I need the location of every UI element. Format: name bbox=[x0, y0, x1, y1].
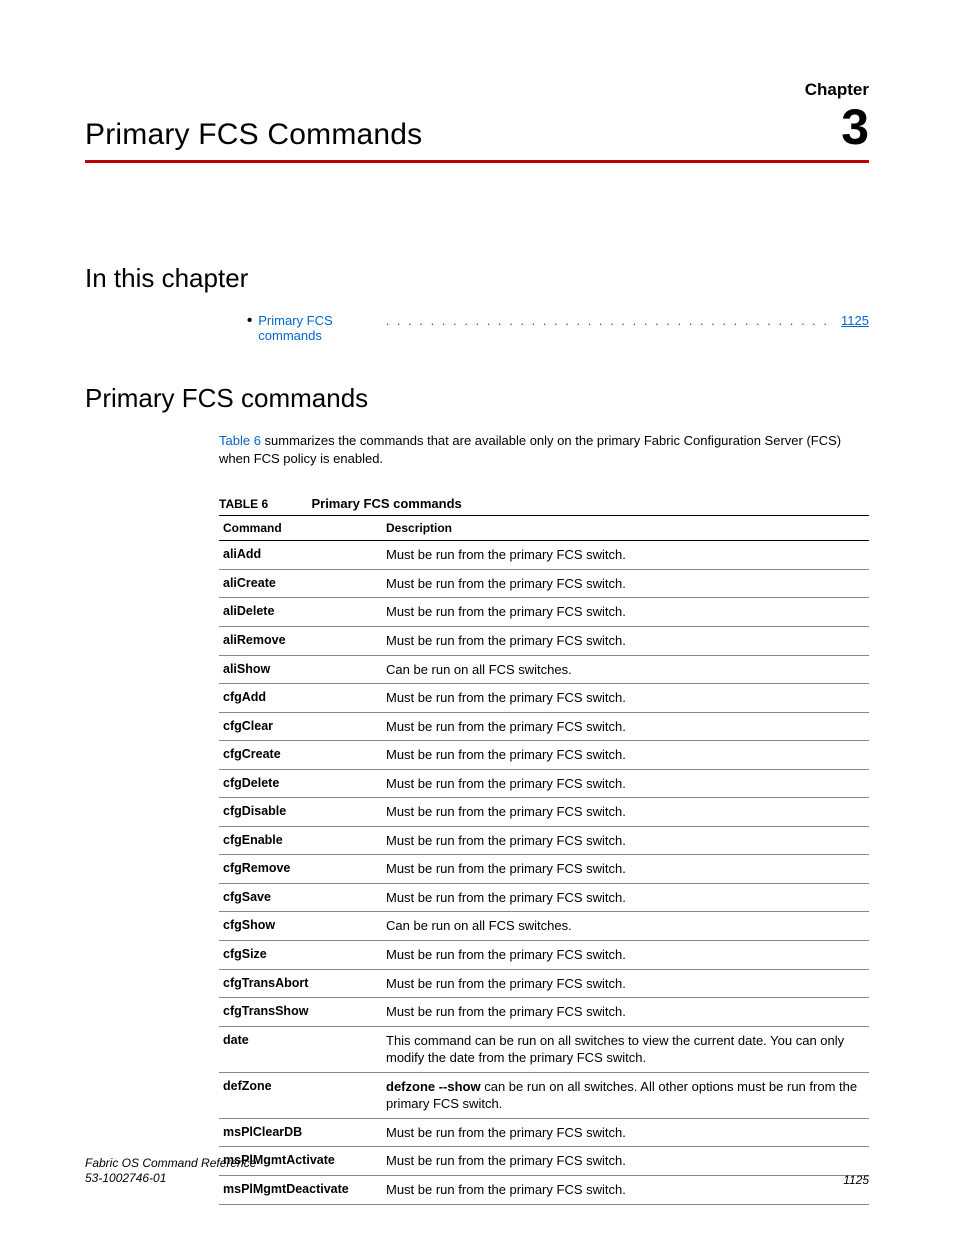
table-caption: TABLE 6 Primary FCS commands bbox=[219, 496, 869, 511]
command-cell: cfgTransAbort bbox=[219, 969, 382, 998]
table-container: TABLE 6 Primary FCS commands Command Des… bbox=[219, 496, 869, 1204]
description-cell: Must be run from the primary FCS switch. bbox=[382, 883, 869, 912]
table-row: msPlClearDBMust be run from the primary … bbox=[219, 1118, 869, 1147]
section-in-this-chapter: In this chapter bbox=[85, 263, 869, 294]
th-command: Command bbox=[219, 516, 382, 541]
table-header-row: Command Description bbox=[219, 516, 869, 541]
th-description: Description bbox=[382, 516, 869, 541]
toc-entry: • Primary FCS commands . . . . . . . . .… bbox=[247, 312, 869, 343]
chapter-number: 3 bbox=[841, 102, 869, 152]
command-cell: cfgClear bbox=[219, 712, 382, 741]
table-row: cfgCreateMust be run from the primary FC… bbox=[219, 741, 869, 770]
command-cell: defZone bbox=[219, 1072, 382, 1118]
description-cell: Must be run from the primary FCS switch. bbox=[382, 855, 869, 884]
command-cell: cfgDisable bbox=[219, 798, 382, 827]
document-page: Chapter Primary FCS Commands 3 In this c… bbox=[0, 0, 954, 1235]
table-label: TABLE 6 bbox=[219, 497, 268, 511]
page-footer: Fabric OS Command Reference 53-1002746-0… bbox=[85, 1156, 869, 1187]
page-title: Primary FCS Commands bbox=[85, 118, 422, 152]
table-row: cfgRemoveMust be run from the primary FC… bbox=[219, 855, 869, 884]
footer-doc-title: Fabric OS Command Reference bbox=[85, 1156, 256, 1172]
description-cell: Must be run from the primary FCS switch. bbox=[382, 1118, 869, 1147]
description-cell: Must be run from the primary FCS switch. bbox=[382, 826, 869, 855]
table-row: cfgShowCan be run on all FCS switches. bbox=[219, 912, 869, 941]
description-cell: Can be run on all FCS switches. bbox=[382, 912, 869, 941]
table-row: dateThis command can be run on all switc… bbox=[219, 1026, 869, 1072]
table-row: cfgTransShowMust be run from the primary… bbox=[219, 998, 869, 1027]
command-cell: date bbox=[219, 1026, 382, 1072]
inline-command: defzone --show bbox=[386, 1079, 481, 1094]
command-cell: cfgAdd bbox=[219, 684, 382, 713]
command-cell: cfgShow bbox=[219, 912, 382, 941]
description-cell: Must be run from the primary FCS switch. bbox=[382, 998, 869, 1027]
table-row: aliShowCan be run on all FCS switches. bbox=[219, 655, 869, 684]
command-cell: aliShow bbox=[219, 655, 382, 684]
footer-page-number: 1125 bbox=[843, 1173, 869, 1187]
description-cell: Must be run from the primary FCS switch. bbox=[382, 941, 869, 970]
description-cell: Must be run from the primary FCS switch. bbox=[382, 627, 869, 656]
table-row: cfgTransAbortMust be run from the primar… bbox=[219, 969, 869, 998]
description-cell: Must be run from the primary FCS switch. bbox=[382, 969, 869, 998]
command-cell: cfgCreate bbox=[219, 741, 382, 770]
command-cell: aliCreate bbox=[219, 569, 382, 598]
command-cell: aliDelete bbox=[219, 598, 382, 627]
table-row: cfgDeleteMust be run from the primary FC… bbox=[219, 769, 869, 798]
table-row: cfgEnableMust be run from the primary FC… bbox=[219, 826, 869, 855]
command-cell: cfgRemove bbox=[219, 855, 382, 884]
table-row: aliAddMust be run from the primary FCS s… bbox=[219, 541, 869, 570]
description-cell: Must be run from the primary FCS switch. bbox=[382, 598, 869, 627]
toc-link-primary-fcs-commands[interactable]: Primary FCS commands bbox=[258, 313, 381, 343]
table-row: aliDeleteMust be run from the primary FC… bbox=[219, 598, 869, 627]
toc-page-link[interactable]: 1125 bbox=[841, 313, 869, 328]
description-cell: Must be run from the primary FCS switch. bbox=[382, 798, 869, 827]
table-row: cfgSizeMust be run from the primary FCS … bbox=[219, 941, 869, 970]
table-row: cfgDisableMust be run from the primary F… bbox=[219, 798, 869, 827]
description-cell: defzone --show can be run on all switche… bbox=[382, 1072, 869, 1118]
footer-doc-number: 53-1002746-01 bbox=[85, 1171, 256, 1187]
toc-leader-dots: . . . . . . . . . . . . . . . . . . . . … bbox=[386, 313, 829, 328]
command-cell: cfgSave bbox=[219, 883, 382, 912]
command-cell: cfgTransShow bbox=[219, 998, 382, 1027]
table-row: aliRemoveMust be run from the primary FC… bbox=[219, 627, 869, 656]
description-cell: This command can be run on all switches … bbox=[382, 1026, 869, 1072]
intro-paragraph: Table 6 summarizes the commands that are… bbox=[219, 432, 869, 468]
command-cell: cfgEnable bbox=[219, 826, 382, 855]
description-cell: Must be run from the primary FCS switch. bbox=[382, 712, 869, 741]
command-cell: cfgSize bbox=[219, 941, 382, 970]
description-cell: Must be run from the primary FCS switch. bbox=[382, 741, 869, 770]
description-cell: Must be run from the primary FCS switch. bbox=[382, 569, 869, 598]
table-row: defZonedefzone --show can be run on all … bbox=[219, 1072, 869, 1118]
table-row: aliCreateMust be run from the primary FC… bbox=[219, 569, 869, 598]
bullet-icon: • bbox=[247, 312, 252, 329]
table-reference-link[interactable]: Table 6 bbox=[219, 433, 261, 448]
chapter-header: Primary FCS Commands 3 bbox=[85, 102, 869, 163]
section-primary-fcs-commands: Primary FCS commands bbox=[85, 383, 869, 414]
footer-left: Fabric OS Command Reference 53-1002746-0… bbox=[85, 1156, 256, 1187]
command-cell: aliRemove bbox=[219, 627, 382, 656]
primary-fcs-commands-table: Command Description aliAddMust be run fr… bbox=[219, 515, 869, 1204]
table-row: cfgSaveMust be run from the primary FCS … bbox=[219, 883, 869, 912]
description-cell: Can be run on all FCS switches. bbox=[382, 655, 869, 684]
table-row: cfgAddMust be run from the primary FCS s… bbox=[219, 684, 869, 713]
intro-text: summarizes the commands that are availab… bbox=[219, 433, 841, 466]
command-cell: msPlClearDB bbox=[219, 1118, 382, 1147]
table-caption-text: Primary FCS commands bbox=[311, 496, 461, 511]
command-cell: aliAdd bbox=[219, 541, 382, 570]
chapter-label: Chapter bbox=[85, 80, 869, 100]
description-cell: Must be run from the primary FCS switch. bbox=[382, 684, 869, 713]
command-cell: cfgDelete bbox=[219, 769, 382, 798]
description-cell: Must be run from the primary FCS switch. bbox=[382, 769, 869, 798]
table-row: cfgClearMust be run from the primary FCS… bbox=[219, 712, 869, 741]
description-cell: Must be run from the primary FCS switch. bbox=[382, 541, 869, 570]
